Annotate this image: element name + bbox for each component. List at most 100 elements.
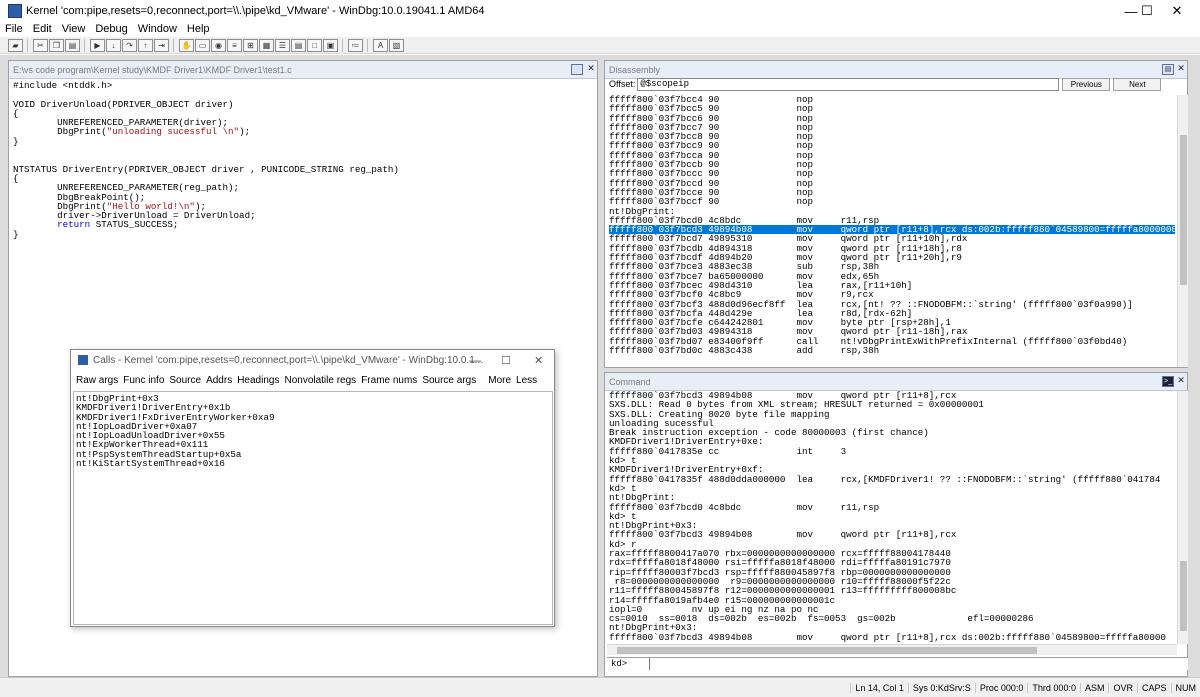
toolbar-scratch-pad-button[interactable]: □: [307, 38, 322, 52]
disassembly-listing[interactable]: fffff800`03f7bcc4 90 nop fffff800`03f7bcc…: [609, 95, 1175, 355]
status-caps: CAPS: [1136, 682, 1171, 693]
toolbar-processes-button[interactable]: ▣: [323, 38, 338, 52]
toolbar-separator: [367, 38, 370, 52]
toolbar-source-mode-button[interactable]: ≔: [348, 38, 363, 52]
toolbar-cut-button[interactable]: ✂: [33, 38, 48, 52]
command-vscroll[interactable]: [1177, 391, 1188, 644]
more-button[interactable]: More: [488, 375, 511, 386]
offset-label: Offset:: [609, 79, 636, 89]
calls-close-button[interactable]: ✕: [534, 354, 543, 367]
status-num: NUM: [1170, 682, 1200, 693]
toolbar-memory-button[interactable]: ▦: [259, 38, 274, 52]
toolbar-font-button[interactable]: A: [373, 38, 388, 52]
calls-maximize-button[interactable]: ☐: [501, 354, 511, 367]
raw-args-button[interactable]: Raw args: [76, 375, 118, 386]
command-pane-icon[interactable]: >_: [1162, 376, 1174, 387]
menu-debug[interactable]: Debug: [90, 23, 132, 35]
toolbar-go-button[interactable]: ▶: [90, 38, 105, 52]
command-output-line: fffff880`0417835f 488d0dda000000 lea rcx…: [609, 473, 1161, 485]
offset-input[interactable]: @$scopeip: [637, 77, 1060, 91]
command-output[interactable]: fffff800`03f7bcd3 49894b08 mov qword ptr…: [609, 391, 1175, 643]
command-pane-title: Command: [605, 373, 1187, 391]
toolbar-disassembly-button[interactable]: ▤: [291, 38, 306, 52]
call-stack-list[interactable]: nt!DbgPrint+0x3 KMDFDriver1!DriverEntry+0…: [73, 391, 553, 625]
toolbar-separator: [84, 38, 87, 52]
disassembly-pane: Disassembly ▤ ✕ fffff800`03f7bcc4 90 nop…: [604, 60, 1188, 368]
source-token: [13, 219, 57, 230]
frame-nums-button[interactable]: Frame nums: [361, 375, 417, 386]
toolbar-options-button[interactable]: ▧: [389, 38, 404, 52]
stack-frame[interactable]: nt!KiStartSystemThread+0x16: [76, 459, 552, 469]
source-line: VOID DriverUnload(PDRIVER_OBJECT driver): [13, 99, 399, 109]
toolbar-break-button[interactable]: ✋: [179, 38, 194, 52]
source-token: DbgPrint(: [13, 126, 107, 138]
toolbar-separator: [27, 38, 30, 52]
toolbar-locals-button[interactable]: ≡: [227, 38, 242, 52]
close-button[interactable]: ✕: [1154, 0, 1200, 22]
disassembly-pane-close-icon[interactable]: ✕: [1176, 64, 1186, 75]
command-pane: Command >_ ✕ fffff800`03f7bcd3 49894b08 …: [604, 372, 1188, 677]
source-line: return STATUS_SUCCESS;: [13, 220, 399, 229]
source-pane-title: E:\vs code program\Kernel study\KMDF Dri…: [9, 61, 597, 79]
source-line: }: [13, 230, 399, 239]
func-info-button[interactable]: Func info: [123, 375, 164, 386]
source-token: #include <ntddk.h>: [13, 80, 113, 91]
menu-window[interactable]: Window: [133, 23, 182, 35]
toolbar-watch-button[interactable]: ◉: [211, 38, 226, 52]
source-token: return: [57, 219, 91, 231]
nonvolatile-regs-button[interactable]: Nonvolatile regs: [284, 375, 356, 386]
source-line: #include <ntddk.h>: [13, 81, 399, 90]
toolbar-copy-button[interactable]: ❐: [49, 38, 64, 52]
source-token: "unloading sucessful \n": [106, 126, 240, 138]
toolbar-open-button[interactable]: ▰: [8, 38, 23, 52]
calls-window-icon: [78, 355, 88, 365]
disassembly-line[interactable]: fffff800`03f7bd0c 4883c438 add rsp,38h: [609, 346, 1175, 356]
windbg-app-icon: [8, 4, 22, 18]
source-token: NTSTATUS DriverEntry(PDRIVER_OBJECT driv…: [13, 163, 399, 175]
source-token: );: [239, 126, 251, 138]
disassembly-vscroll[interactable]: [1177, 95, 1188, 367]
toolbar-paste-button[interactable]: ▤: [65, 38, 80, 52]
toolbar-step-over-button[interactable]: ↷: [122, 38, 137, 52]
command-output-line: fffff800`03f7bcd3 49894b08 mov qword ptr…: [609, 529, 957, 541]
previous-button[interactable]: Previous: [1062, 77, 1111, 91]
disassembly-line[interactable]: fffff800`03f7bccf 90 nop: [609, 197, 1175, 207]
status-process: Proc 000:0: [974, 682, 1028, 693]
toolbar-step-out-button[interactable]: ↑: [138, 38, 153, 52]
status-bar: Ln 14, Col 1 Sys 0:KdSrv:S Proc 000:0 Thrd …: [0, 677, 1200, 697]
next-button[interactable]: Next: [1113, 77, 1162, 91]
command-output-line: fffff880`0417835e cc int 3: [609, 445, 847, 457]
toolbar: ▰ ✂ ❐ ▤ ▶ ↓ ↷ ↑ ⇥ ✋ ▭ ◉ ≡ ⊞ ▦ ☰ ▤ □ ▣ ≔ A ▧: [0, 37, 1200, 54]
source-pane-close-icon[interactable]: ✕: [586, 64, 596, 75]
calls-window-title: Calls - Kernel 'com:pipe,resets=0,reconn…: [93, 354, 484, 366]
status-system: Sys 0:KdSrv:S: [907, 682, 975, 693]
command-output-line: fffff800`03f7bcd0 4c8bdc mov r11,rsp: [609, 501, 880, 513]
menu-edit[interactable]: Edit: [28, 23, 57, 35]
command-input[interactable]: [649, 658, 1179, 670]
toolbar-command-button[interactable]: ▭: [195, 38, 210, 52]
menu-help[interactable]: Help: [182, 23, 215, 35]
headings-button[interactable]: Headings: [237, 375, 279, 386]
source-button[interactable]: Source: [169, 375, 201, 386]
command-prompt: kd>: [611, 659, 628, 669]
toolbar-call-stack-button[interactable]: ☰: [275, 38, 290, 52]
title-bar: Kernel 'com:pipe,resets=0,reconnect,port…: [0, 0, 1200, 22]
toolbar-step-into-button[interactable]: ↓: [106, 38, 121, 52]
command-pane-close-icon[interactable]: ✕: [1176, 376, 1186, 387]
toolbar-registers-button[interactable]: ⊞: [243, 38, 258, 52]
addrs-button[interactable]: Addrs: [206, 375, 232, 386]
calls-minimize-button[interactable]: —: [469, 353, 481, 367]
disassembly-pane-icon[interactable]: ▤: [1162, 64, 1174, 75]
source-args-button[interactable]: Source args: [422, 375, 476, 386]
command-hscroll[interactable]: [607, 644, 1177, 655]
toolbar-run-to-cursor-button[interactable]: ⇥: [154, 38, 169, 52]
source-line: DbgPrint("unloading sucessful \n");: [13, 127, 399, 136]
menu-file[interactable]: File: [0, 23, 28, 35]
menu-view[interactable]: View: [57, 23, 91, 35]
toolbar-separator: [342, 38, 345, 52]
calls-window: Calls - Kernel 'com:pipe,resets=0,reconn…: [70, 349, 555, 627]
calls-title-bar: Calls - Kernel 'com:pipe,resets=0,reconn…: [71, 350, 554, 370]
source-pane-save-icon[interactable]: [571, 64, 583, 75]
less-button[interactable]: Less: [516, 375, 537, 386]
source-code[interactable]: #include <ntddk.h> VOID DriverUnload(PDR…: [13, 81, 399, 239]
